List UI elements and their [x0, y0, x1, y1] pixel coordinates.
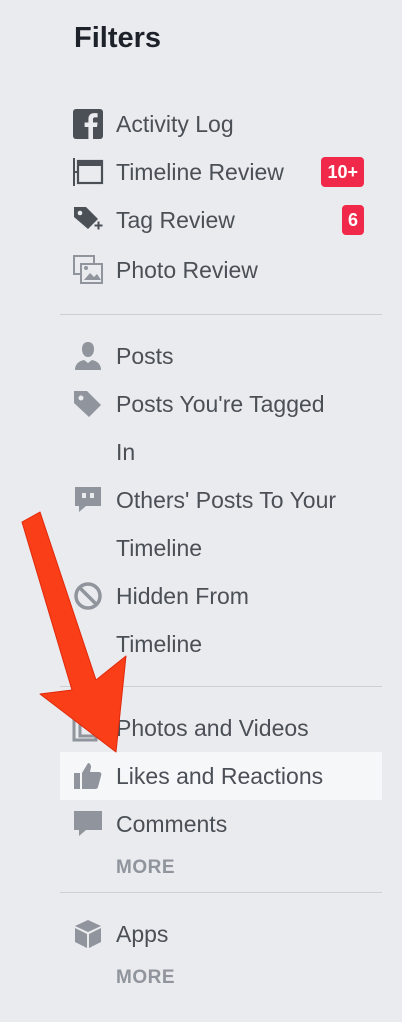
filter-posts-tagged-in[interactable]: Posts You're Tagged In — [60, 380, 382, 476]
filter-apps[interactable]: Apps — [60, 910, 382, 958]
speech-bubble-quote-icon — [75, 487, 101, 512]
filter-label-line2: Timeline — [116, 535, 203, 561]
more-link[interactable]: MORE — [116, 853, 175, 883]
filter-posts[interactable]: Posts — [60, 332, 382, 380]
filter-others-posts[interactable]: Others' Posts To Your Timeline — [60, 476, 382, 572]
section-divider — [60, 892, 382, 893]
filter-label-line2: Timeline — [116, 631, 203, 657]
notification-badge: 6 — [341, 205, 364, 235]
filter-activity-log[interactable]: Activity Log — [60, 100, 382, 148]
filter-photos-and-videos[interactable]: Photos and Videos — [60, 704, 382, 752]
filter-label: Timeline Review — [116, 159, 284, 185]
filter-timeline-review[interactable]: Timeline Review 10+ — [60, 148, 382, 196]
comment-icon — [74, 811, 102, 836]
filter-label-line1: Others' Posts To Your — [116, 487, 337, 513]
filters-title: Filters — [74, 22, 162, 54]
photos-icon — [72, 712, 104, 742]
person-icon — [75, 342, 101, 370]
section-divider — [60, 314, 382, 315]
filter-photo-review[interactable]: Photo Review — [60, 246, 382, 294]
more-link[interactable]: MORE — [116, 963, 175, 993]
filter-comments[interactable]: Comments — [60, 800, 382, 848]
filter-likes-and-reactions[interactable]: Likes and Reactions — [60, 752, 382, 800]
filter-label-line1: Posts You're Tagged — [116, 391, 325, 417]
notification-badge: 10+ — [321, 157, 364, 187]
filter-tag-review[interactable]: Tag Review 6 — [60, 196, 382, 244]
facebook-f-icon — [73, 109, 103, 139]
filter-label-line2: In — [116, 439, 136, 465]
filter-label: Photos and Videos — [116, 715, 309, 741]
blocked-circle-icon — [74, 582, 102, 610]
section-divider — [60, 686, 382, 687]
cube-icon — [75, 920, 101, 948]
filter-label: Apps — [116, 921, 169, 947]
tag-plus-icon — [74, 207, 104, 231]
filter-label: Posts — [116, 343, 174, 369]
timeline-review-icon — [73, 158, 104, 186]
filter-label: Tag Review — [116, 207, 235, 233]
filter-hidden-from-timeline[interactable]: Hidden From Timeline — [60, 572, 382, 668]
filter-label: Comments — [116, 811, 228, 837]
filter-label: Activity Log — [116, 111, 234, 137]
photo-review-icon — [73, 255, 103, 284]
tag-icon — [74, 391, 101, 417]
filter-label: Photo Review — [116, 257, 258, 283]
thumbs-up-icon — [74, 763, 102, 789]
filter-label: Likes and Reactions — [116, 763, 324, 789]
filter-label-line1: Hidden From — [116, 583, 249, 609]
